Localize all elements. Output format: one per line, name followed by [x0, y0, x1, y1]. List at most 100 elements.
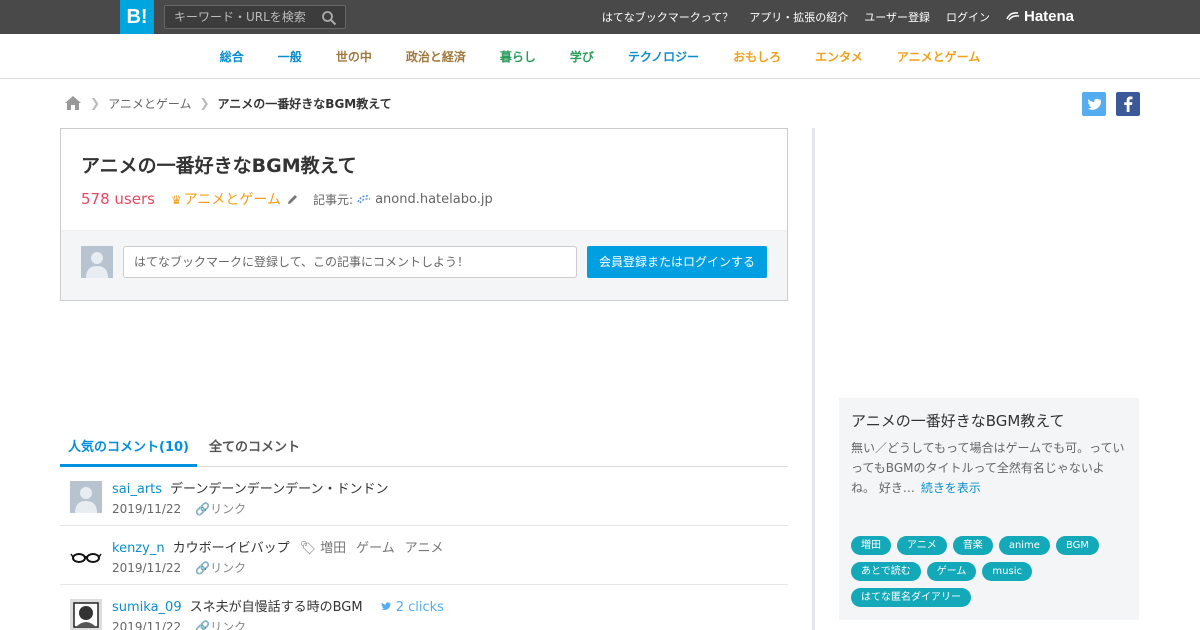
entry-summary-card: アニメの一番好きなBGM教えて 無い／どうしてもって場合はゲームでも可。っていっ… [839, 398, 1139, 620]
login-link[interactable]: ログイン [946, 9, 990, 25]
search-icon[interactable] [321, 10, 337, 26]
chevron-right-icon: ❯ [199, 96, 210, 110]
default-user-icon [86, 252, 108, 278]
comment-list: sai_arts デーンデーンデーンデーン・ドンドン 2019/11/22 🔗リンク… [60, 467, 788, 630]
summary-text: 無い／どうしてもって場合はゲームでも可。っていってもBGMのタイトルって全然有名… [851, 441, 1125, 495]
tag-list: 増田 アニメ 音楽 anime BGM あとで読む ゲーム music はてな匿名ダイアリー [851, 536, 1131, 614]
comment-tabs: 人気のコメント(10) 全てのコメント [60, 430, 788, 467]
login-register-button[interactable]: 会員登録またはログインする [587, 246, 767, 278]
hatena-brand-text: Hatena [1024, 8, 1075, 25]
comment-row: sumika_09 スネ夫が自慢話する時のBGM 2 clicks 2019/11… [60, 585, 788, 630]
tag-chip[interactable]: アニメ [897, 536, 947, 555]
comment-tag[interactable]: 増田 [320, 541, 346, 556]
entry-category[interactable]: ♛ アニメとゲーム [171, 189, 281, 209]
category-nav-item[interactable]: 学び [570, 48, 594, 65]
about-link[interactable]: はてなブックマークって？ [602, 9, 733, 25]
comment-link-label: リンク [210, 502, 247, 516]
comment-row: sai_arts デーンデーンデーンデーン・ドンドン 2019/11/22 🔗リンク [60, 467, 788, 526]
category-nav-item[interactable]: 総合 [220, 48, 244, 65]
tag-chip[interactable]: music [982, 562, 1032, 581]
link-icon: 🔗 [195, 502, 211, 516]
hatena-source-icon [357, 195, 371, 204]
comment-username[interactable]: sumika_09 [112, 600, 182, 615]
user-avatar[interactable] [70, 481, 102, 513]
comment-text: カウボーイビバップ [172, 541, 290, 556]
tag-chip[interactable]: ゲーム [926, 562, 977, 581]
tag-chip[interactable]: 音楽 [952, 536, 993, 555]
comment-date[interactable]: 2019/11/22 [112, 502, 181, 516]
search-box[interactable] [164, 5, 346, 29]
column-divider [812, 128, 815, 630]
users-count[interactable]: 578 users [81, 190, 155, 208]
tag-chip[interactable]: はてな匿名ダイアリー [851, 588, 971, 607]
category-nav-item[interactable]: 世の中 [336, 48, 372, 65]
facebook-share-button[interactable] [1116, 92, 1140, 116]
tab-all-comments[interactable]: 全てのコメント [209, 430, 300, 467]
comment-form: 会員登録またはログインする [61, 230, 787, 300]
home-icon[interactable] [64, 94, 82, 112]
entry-category-label: アニメとゲーム [183, 192, 282, 208]
source-domain[interactable]: anond.hatelabo.jp [375, 192, 493, 207]
user-avatar[interactable] [70, 599, 102, 630]
crown-icon: ♛ [170, 193, 182, 207]
summary-title[interactable]: アニメの一番好きなBGM教えて [851, 410, 1065, 431]
comment-permalink[interactable]: 🔗リンク [195, 502, 246, 516]
link-icon: 🔗 [195, 620, 211, 630]
chevron-right-icon: ❯ [90, 96, 101, 110]
source-label: 記事元: [313, 192, 354, 207]
twitter-icon [1087, 98, 1102, 110]
avatar [81, 246, 113, 278]
read-more-link[interactable]: 続きを表示 [921, 481, 981, 495]
breadcrumb-category[interactable]: アニメとゲーム [108, 95, 191, 112]
category-nav: 総合 一般 世の中 政治と経済 暮らし 学び テクノロジー おもしろ エンタメ アニメとゲーム [0, 34, 1200, 79]
breadcrumb: ❯ アニメとゲーム ❯ アニメの一番好きなBGM教えて [64, 94, 392, 112]
comment-permalink[interactable]: 🔗リンク [195, 561, 246, 575]
category-nav-item[interactable]: アニメとゲーム [897, 48, 980, 65]
entry-title[interactable]: アニメの一番好きなBGM教えて [81, 151, 357, 178]
search-input[interactable] [165, 6, 315, 28]
link-icon: 🔗 [195, 561, 211, 575]
clicks-count: 2 clicks [395, 600, 444, 615]
tag-icon: 🏷 [299, 541, 317, 556]
header-links: はてなブックマークって？ アプリ・拡張の紹介 ユーザー登録 ログイン [586, 0, 990, 34]
register-link[interactable]: ユーザー登録 [864, 9, 930, 25]
comment-tag[interactable]: アニメ [405, 541, 444, 556]
twitter-icon [380, 602, 390, 610]
entry-meta: 578 users ♛ アニメとゲーム 記事元: anond.hatelabo.j… [81, 189, 493, 209]
apps-link[interactable]: アプリ・拡張の紹介 [749, 9, 848, 25]
pencil-icon[interactable] [286, 193, 299, 206]
hatena-logo[interactable]: Hatena [1006, 8, 1074, 25]
comment-username[interactable]: sai_arts [112, 482, 162, 497]
comment-username[interactable]: kenzy_n [112, 541, 165, 556]
hatena-mark-icon [1006, 12, 1020, 21]
hatena-bookmark-logo[interactable]: B! [120, 0, 154, 34]
global-header: B! はてなブックマークって？ アプリ・拡張の紹介 ユーザー登録 ログイン Ha… [0, 0, 1200, 34]
category-nav-item[interactable]: テクノロジー [628, 48, 699, 65]
comment-row: kenzy_n カウボーイビバップ 🏷 増田 ゲーム アニメ 2019/11/22 🔗リンク [60, 526, 788, 585]
comment-link-label: リンク [210, 561, 247, 575]
facebook-icon [1124, 96, 1133, 112]
category-nav-item[interactable]: おもしろ [733, 48, 781, 65]
category-nav-item[interactable]: 政治と経済 [406, 48, 466, 65]
comment-permalink[interactable]: 🔗リンク [195, 620, 246, 630]
comment-date[interactable]: 2019/11/22 [112, 561, 181, 575]
tag-chip[interactable]: 増田 [851, 536, 891, 555]
tag-chip[interactable]: あとで読む [851, 562, 921, 581]
category-nav-item[interactable]: エンタメ [815, 48, 863, 65]
breadcrumb-current: アニメの一番好きなBGM教えて [217, 96, 392, 111]
tag-chip[interactable]: anime [998, 536, 1050, 555]
summary-description: 無い／どうしてもって場合はゲームでも可。っていってもBGMのタイトルって全然有名… [851, 438, 1127, 498]
user-avatar[interactable] [70, 540, 102, 572]
comment-tag[interactable]: ゲーム [356, 541, 395, 556]
comment-text: デーンデーンデーンデーン・ドンドン [170, 482, 389, 497]
tag-chip[interactable]: BGM [1055, 536, 1100, 555]
category-nav-item[interactable]: 一般 [278, 48, 302, 65]
entry-box: アニメの一番好きなBGM教えて 578 users ♛ アニメとゲーム 記事元: … [60, 128, 788, 301]
twitter-share-button[interactable] [1082, 92, 1106, 116]
comment-date[interactable]: 2019/11/22 [112, 620, 181, 630]
category-nav-item[interactable]: 暮らし [500, 48, 536, 65]
comment-input[interactable] [123, 246, 577, 278]
comment-link-label: リンク [210, 620, 247, 630]
tab-popular-comments[interactable]: 人気のコメント(10) [60, 430, 197, 467]
twitter-clicks[interactable]: 2 clicks [379, 600, 444, 615]
